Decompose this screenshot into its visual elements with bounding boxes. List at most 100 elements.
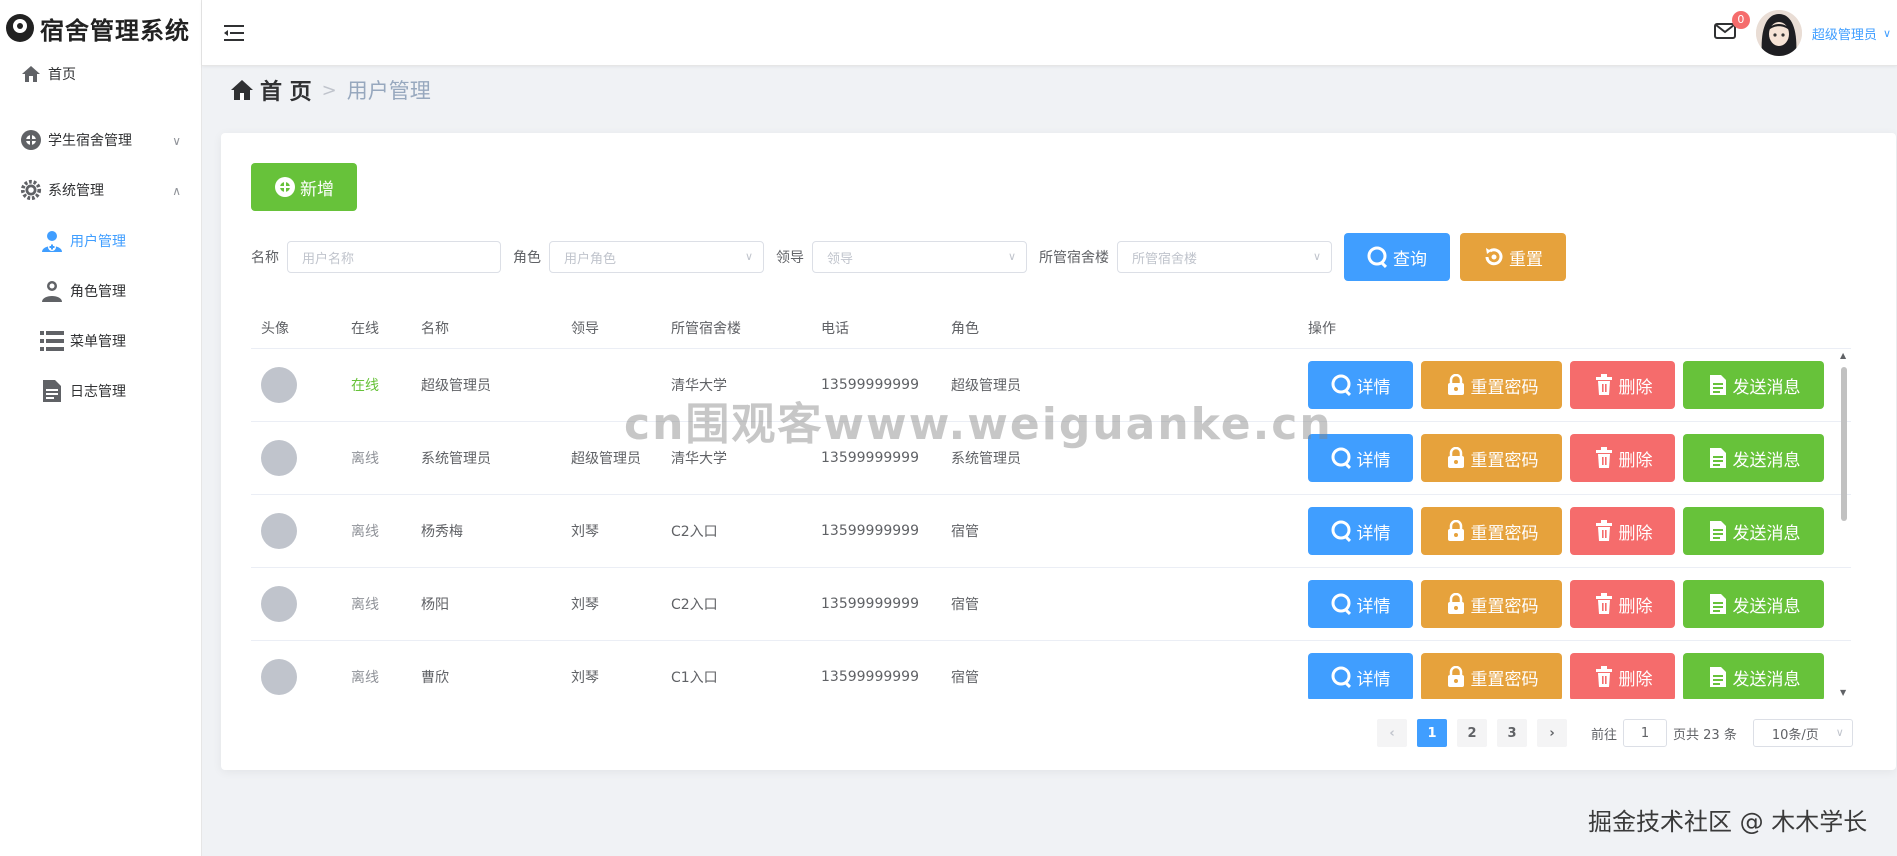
row-role: 宿管 bbox=[951, 597, 979, 613]
delete-button-label: 删除 bbox=[1618, 596, 1653, 617]
send-message-button[interactable]: 发送消息 bbox=[1683, 580, 1824, 628]
reset-button-label: 重置 bbox=[1509, 249, 1543, 270]
detail-button-label: 详情 bbox=[1356, 450, 1391, 471]
sidebar-item-user-management[interactable]: 用户管理 bbox=[0, 216, 201, 266]
sidebar-item-role-management[interactable]: 角色管理 bbox=[0, 266, 201, 316]
lock-icon bbox=[1445, 593, 1467, 615]
menu-fold-icon[interactable] bbox=[224, 24, 246, 42]
next-page-button[interactable]: › bbox=[1537, 719, 1567, 747]
reset-password-button[interactable]: 重置密码 bbox=[1421, 361, 1562, 409]
breadcrumb-separator: > bbox=[321, 79, 337, 101]
table-scrollbar[interactable]: ▲ ▼ bbox=[1837, 349, 1851, 699]
table-row: 离线 曹欣 刘琴 C1入口 13599999999 宿管 详情 重置密码 删除 发送消息 bbox=[251, 641, 1851, 699]
row-actions: 详情 重置密码 删除 发送消息 bbox=[1308, 507, 1832, 555]
avatar[interactable] bbox=[1755, 10, 1802, 56]
document-icon bbox=[1707, 666, 1729, 688]
row-lead: 刘琴 bbox=[571, 597, 599, 613]
chevron-down-icon: ∨ bbox=[172, 134, 181, 148]
send-message-label: 发送消息 bbox=[1732, 523, 1801, 544]
row-online-status: 离线 bbox=[351, 597, 379, 613]
chevron-down-icon: ∨ bbox=[1007, 250, 1016, 263]
page-size-select[interactable]: 10条/页 ∨ bbox=[1752, 719, 1853, 747]
page-button-3[interactable]: 3 bbox=[1497, 719, 1527, 747]
row-actions: 详情 重置密码 删除 发送消息 bbox=[1308, 653, 1832, 699]
avatar-placeholder bbox=[261, 367, 297, 403]
detail-button[interactable]: 详情 bbox=[1308, 507, 1413, 555]
building-select[interactable]: 所管宿舍楼 ∨ bbox=[1117, 241, 1332, 273]
send-message-button[interactable]: 发送消息 bbox=[1683, 361, 1824, 409]
sidebar-item-log-management[interactable]: 日志管理 bbox=[0, 366, 201, 416]
reset-button[interactable]: 重置 bbox=[1460, 233, 1566, 281]
prev-page-button[interactable]: ‹ bbox=[1377, 719, 1407, 747]
search-icon bbox=[1331, 374, 1353, 396]
col-lead: 领导 bbox=[571, 320, 599, 337]
trash-icon bbox=[1593, 520, 1615, 542]
reset-password-label: 重置密码 bbox=[1470, 669, 1539, 690]
delete-button[interactable]: 删除 bbox=[1570, 507, 1675, 555]
send-message-button[interactable]: 发送消息 bbox=[1683, 507, 1824, 555]
breadcrumb-home[interactable]: 首 页 bbox=[230, 74, 312, 106]
sidebar-item-dorm[interactable]: 学生宿舍管理 ∨ bbox=[0, 112, 201, 168]
col-building: 所管宿舍楼 bbox=[671, 320, 741, 337]
row-avatar bbox=[251, 513, 351, 549]
scroll-down-icon[interactable]: ▼ bbox=[1840, 688, 1846, 697]
reset-password-button[interactable]: 重置密码 bbox=[1421, 653, 1562, 699]
delete-button-label: 删除 bbox=[1618, 450, 1653, 471]
delete-button[interactable]: 删除 bbox=[1570, 653, 1675, 699]
chevron-down-icon[interactable]: ∨ bbox=[1883, 27, 1891, 40]
row-lead: 刘琴 bbox=[571, 524, 599, 540]
row-avatar bbox=[251, 440, 351, 476]
user-name[interactable]: 超级管理员 bbox=[1812, 24, 1877, 43]
user-icon bbox=[40, 279, 64, 303]
mail-icon[interactable]: 0 bbox=[1713, 11, 1750, 43]
scroll-up-icon[interactable]: ▲ bbox=[1840, 351, 1846, 360]
reset-password-button[interactable]: 重置密码 bbox=[1421, 434, 1562, 482]
sidebar-item-system[interactable]: 系统管理 ∧ bbox=[0, 162, 201, 218]
dorm-icon bbox=[20, 129, 42, 151]
role-select-placeholder: 用户角色 bbox=[564, 251, 617, 267]
send-message-button[interactable]: 发送消息 bbox=[1683, 434, 1824, 482]
delete-button[interactable]: 删除 bbox=[1570, 361, 1675, 409]
reset-password-button[interactable]: 重置密码 bbox=[1421, 580, 1562, 628]
reset-password-button[interactable]: 重置密码 bbox=[1421, 507, 1562, 555]
lead-select[interactable]: 领导 ∨ bbox=[812, 241, 1027, 273]
query-button[interactable]: 查询 bbox=[1344, 233, 1450, 281]
reset-password-label: 重置密码 bbox=[1470, 450, 1539, 471]
detail-button[interactable]: 详情 bbox=[1308, 580, 1413, 628]
home-icon bbox=[230, 79, 254, 101]
reset-password-label: 重置密码 bbox=[1470, 596, 1539, 617]
page-button-1[interactable]: 1 bbox=[1417, 719, 1447, 747]
send-message-button[interactable]: 发送消息 bbox=[1683, 653, 1824, 699]
document-icon bbox=[40, 379, 64, 403]
header-user-area: 0 超级管理员 ∨ bbox=[1713, 8, 1897, 58]
scroll-thumb[interactable] bbox=[1841, 367, 1847, 521]
send-message-label: 发送消息 bbox=[1732, 450, 1801, 471]
building-select-placeholder: 所管宿舍楼 bbox=[1132, 251, 1198, 267]
sidebar-item-menu-management[interactable]: 菜单管理 bbox=[0, 316, 201, 366]
sidebar-item-home[interactable]: 首页 bbox=[0, 56, 201, 92]
name-input[interactable]: 用户名称 bbox=[287, 241, 501, 273]
delete-button[interactable]: 删除 bbox=[1570, 434, 1675, 482]
name-input-placeholder: 用户名称 bbox=[302, 251, 355, 267]
search-icon bbox=[1367, 246, 1389, 268]
watermark-center: cn围观客www.weiguanke.cn bbox=[624, 399, 1333, 450]
row-phone: 13599999999 bbox=[821, 669, 919, 685]
row-phone: 13599999999 bbox=[821, 450, 919, 466]
app-title: 宿舍管理系统 bbox=[40, 16, 190, 45]
chevron-down-icon: ∨ bbox=[744, 250, 753, 263]
row-online-status: 离线 bbox=[351, 524, 379, 540]
delete-button-label: 删除 bbox=[1618, 523, 1653, 544]
role-select[interactable]: 用户角色 ∨ bbox=[549, 241, 764, 273]
page-button-2[interactable]: 2 bbox=[1457, 719, 1487, 747]
chevron-up-icon: ∧ bbox=[172, 184, 181, 198]
delete-button[interactable]: 删除 bbox=[1570, 580, 1675, 628]
table-header: 头像 在线 名称 领导 所管宿舍楼 电话 角色 操作 bbox=[251, 307, 1851, 349]
goto-page-input[interactable]: 1 bbox=[1623, 719, 1668, 747]
add-button[interactable]: 新增 bbox=[251, 163, 357, 211]
trash-icon bbox=[1593, 593, 1615, 615]
detail-button[interactable]: 详情 bbox=[1308, 653, 1413, 699]
row-actions: 详情 重置密码 删除 发送消息 bbox=[1308, 580, 1832, 628]
home-icon bbox=[20, 63, 42, 85]
logo: 宿舍管理系统 bbox=[0, 0, 201, 56]
row-building: C1入口 bbox=[671, 670, 718, 686]
